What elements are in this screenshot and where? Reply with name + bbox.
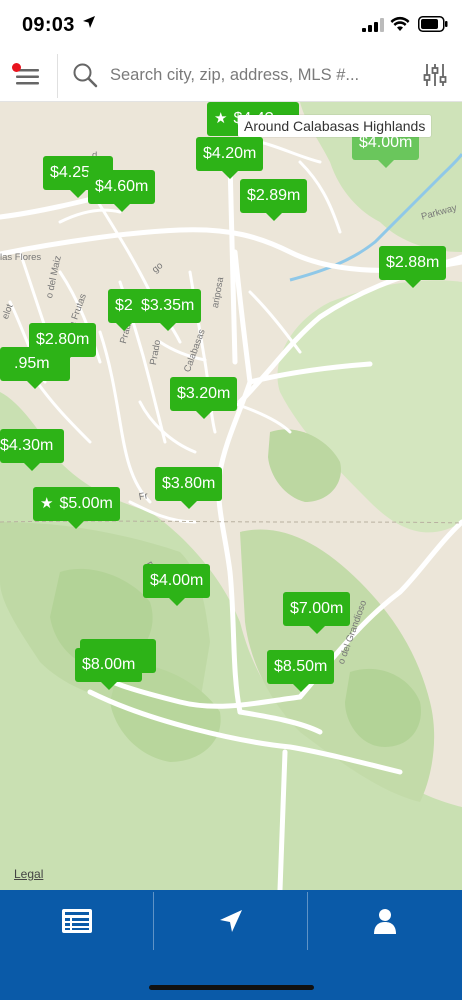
map-view[interactable]: las Flores o del Maiz la Frutas Prado Pr… [0,102,462,890]
price-pin[interactable]: $4.00m [143,564,211,606]
navigation-arrow-icon [220,910,242,932]
star-icon: ★ [214,110,228,127]
price-pin[interactable]: $4.60m [88,170,156,212]
price-pin[interactable]: $4.30m [0,429,64,471]
price-pin[interactable]: $2.89m [240,179,308,221]
price-pin[interactable]: $4.20m [196,137,264,179]
profile-icon [374,909,396,934]
bottom-nav [0,890,462,1000]
notification-dot [12,63,21,72]
home-indicator [149,985,314,990]
status-bar: 09:03 [0,0,462,50]
search-bar [0,50,462,102]
nav-profile[interactable] [308,890,462,952]
wifi-icon [390,16,410,31]
price-pin[interactable]: $8.50m [267,650,335,692]
location-arrow-icon [83,16,95,28]
nav-listings[interactable] [0,890,154,952]
nav-map[interactable] [154,890,308,952]
price-pin[interactable]: $2.88m [379,246,447,288]
area-label: Around Calabasas Highlands [238,115,432,137]
cellular-signal-icon [362,18,384,32]
road-label: Fr [138,490,149,503]
listings-icon [62,909,92,933]
price-pin[interactable]: .95m [0,347,70,389]
price-pin[interactable]: $3.20m [170,377,238,419]
price-pin[interactable]: $3.80m [155,467,223,509]
legal-link[interactable]: Legal [14,867,43,881]
price-pin[interactable]: ★ $5.00m [33,487,120,529]
price-pin[interactable]: $3.35m [134,289,202,331]
search-divider [57,54,58,98]
price-pin[interactable]: $8.00m [75,648,143,690]
filter-sliders-icon[interactable] [422,62,448,88]
search-icon[interactable] [72,62,98,88]
status-time: 09:03 [22,14,75,36]
menu-button[interactable] [10,58,46,94]
battery-icon [418,16,448,32]
price-pin[interactable]: $7.00m [283,592,351,634]
star-icon: ★ [40,495,54,512]
search-input[interactable] [110,62,410,88]
road-label: las Flores [0,252,42,263]
